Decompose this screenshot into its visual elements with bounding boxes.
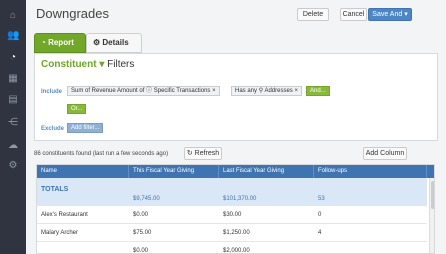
exclude-label: Exclude xyxy=(41,126,65,132)
people-icon[interactable]: 👥 xyxy=(7,30,19,42)
filter-chip-text: Has any xyxy=(235,88,259,94)
cloud-icon[interactable]: ☁ xyxy=(7,140,19,152)
column-header-last-year[interactable]: Last Fiscal Year Giving xyxy=(219,165,314,178)
pie-chart-icon[interactable]: ◔ xyxy=(7,52,19,64)
cancel-button[interactable]: Cancel xyxy=(340,8,367,21)
filter-chip-revenue[interactable]: Sum of Revenue Amount of ⓘ Specific Tran… xyxy=(67,86,220,96)
close-icon[interactable]: × xyxy=(294,88,298,94)
table-row[interactable]: Malary Archer $75.00 $1,250.00 4 xyxy=(37,224,427,242)
results-table: Name This Fiscal Year Giving Last Fiscal… xyxy=(36,164,435,254)
totals-label: TOTALS xyxy=(41,186,69,193)
filter-chip-text: Sum of Revenue Amount of xyxy=(71,88,147,94)
tab-details-label: Details xyxy=(102,38,129,47)
grid-icon[interactable]: ▦ xyxy=(7,73,19,85)
totals-followups: 53 xyxy=(318,196,325,202)
main-area: Downgrades Delete Cancel Save And ▾ ◔ Re… xyxy=(26,0,446,254)
scrollbar-thumb[interactable] xyxy=(431,181,434,209)
info-icon: ⓘ xyxy=(146,88,153,94)
include-label: Include xyxy=(41,89,63,95)
delete-button[interactable]: Delete xyxy=(297,8,329,21)
filter-chip-text: Addresses xyxy=(264,88,293,94)
row-name[interactable]: Malary Archer xyxy=(41,230,78,236)
tab-details[interactable]: ⚙ Details xyxy=(86,33,142,53)
row-this-year: $75.00 xyxy=(133,230,152,236)
table-row[interactable]: $0.00 $2,000.00 xyxy=(37,242,427,254)
table-row[interactable]: Alex's Restaurant $0.00 $30.00 0 xyxy=(37,206,427,224)
add-column-button[interactable]: Add Column xyxy=(363,147,407,160)
refresh-label: Refresh xyxy=(194,150,220,157)
gear-icon: ⚙ xyxy=(93,38,101,47)
filter-chip-addresses[interactable]: Has any ⚲ Addresses × xyxy=(231,86,302,96)
or-button[interactable]: Or... xyxy=(67,104,87,114)
save-and-button[interactable]: Save And ▾ xyxy=(368,8,412,21)
table-scrollbar[interactable] xyxy=(429,178,434,253)
refresh-icon: ↻ xyxy=(186,150,193,157)
row-last-year: $30.00 xyxy=(223,212,242,218)
row-name[interactable]: Alex's Restaurant xyxy=(41,212,88,218)
chevron-down-icon: ▾ xyxy=(99,59,105,70)
close-icon[interactable]: × xyxy=(212,88,216,94)
refresh-button[interactable]: ↻ Refresh xyxy=(184,147,222,160)
row-last-year: $2,000.00 xyxy=(223,248,250,254)
column-header-this-year[interactable]: This Fiscal Year Giving xyxy=(129,165,219,178)
pin-icon: ⚲ xyxy=(258,88,264,94)
save-and-label: Save And xyxy=(372,11,403,18)
row-this-year: $0.00 xyxy=(133,212,149,218)
tab-report-label: Report xyxy=(48,38,74,47)
filter-panel: Constituent ▾ Filters Include Sum of Rev… xyxy=(34,53,438,141)
pie-chart-icon: ◔ xyxy=(41,38,46,47)
column-header-followups[interactable]: Follow-ups xyxy=(314,165,427,178)
row-last-year: $1,250.00 xyxy=(223,230,250,236)
row-this-year: $0.00 xyxy=(133,248,149,254)
totals-row: TOTALS $9,745.00 $101,370.00 53 xyxy=(37,178,427,206)
totals-this-year: $9,745.00 xyxy=(133,196,160,202)
page-title: Downgrades xyxy=(36,6,109,21)
filter-title: Constituent ▾ Filters xyxy=(41,59,134,70)
row-followups: 4 xyxy=(318,230,322,236)
sidebar: ⌂ 👥 ◔ ▦ ▤ ⋲ ☁ ⚙ xyxy=(0,0,26,254)
table-header: Name This Fiscal Year Giving Last Fiscal… xyxy=(37,165,434,178)
and-button[interactable]: And... xyxy=(306,86,330,96)
add-filter-button[interactable]: Add filter... xyxy=(67,123,104,133)
row-followups: 0 xyxy=(318,212,322,218)
document-icon[interactable]: ▤ xyxy=(7,94,19,106)
gear-icon[interactable]: ⚙ xyxy=(7,160,19,172)
filters-label: Filters xyxy=(107,59,135,70)
tab-report[interactable]: ◔ Report xyxy=(34,33,86,53)
totals-last-year: $101,370.00 xyxy=(223,196,257,202)
constituent-dropdown[interactable]: Constituent xyxy=(41,59,97,70)
chevron-down-icon: ▾ xyxy=(404,11,408,18)
column-header-name[interactable]: Name xyxy=(37,165,129,178)
results-count: 86 constituents found (last run a few se… xyxy=(34,151,169,157)
home-icon[interactable]: ⌂ xyxy=(7,10,19,22)
share-icon[interactable]: ⋲ xyxy=(7,117,19,129)
filter-chip-text: Specific Transactions xyxy=(153,88,211,94)
